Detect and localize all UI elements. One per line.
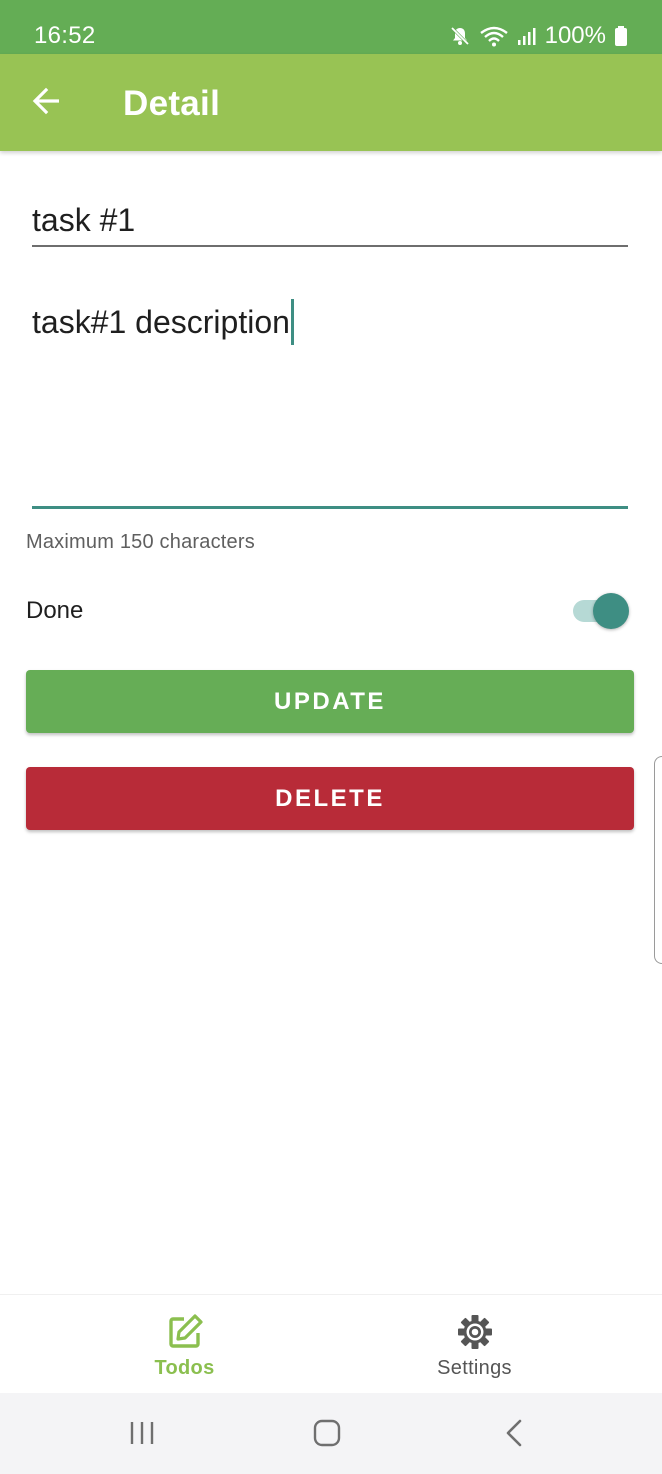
battery-percentage: 100% (544, 22, 606, 49)
toggle-thumb (593, 593, 629, 629)
arrow-left-icon (31, 86, 61, 121)
update-button[interactable]: UPDATE (26, 670, 634, 733)
home-button[interactable] (305, 1413, 349, 1457)
status-icons: 100% (449, 22, 628, 50)
nav-item-settings[interactable]: Settings (309, 1295, 640, 1394)
app-bar: Detail (0, 54, 662, 151)
mute-icon (449, 25, 471, 47)
signal-icon (517, 25, 537, 47)
status-time: 16:52 (34, 22, 96, 49)
battery-icon (614, 25, 628, 47)
page-title: Detail (123, 84, 221, 123)
done-label: Done (26, 597, 84, 624)
description-text: task#1 description (32, 303, 290, 340)
back-icon (499, 1418, 529, 1453)
nav-label-todos: Todos (154, 1357, 215, 1379)
done-toggle[interactable] (571, 592, 631, 630)
nav-item-todos[interactable]: Todos (19, 1295, 350, 1394)
bottom-navigation: Todos Settings (0, 1294, 662, 1394)
delete-button[interactable]: DELETE (26, 767, 634, 830)
text-cursor (290, 299, 294, 345)
task-title-input[interactable]: task #1 (32, 190, 628, 247)
gear-icon (456, 1313, 494, 1351)
edge-panel-handle[interactable] (654, 756, 662, 964)
edit-icon (166, 1313, 204, 1351)
back-button[interactable] (20, 78, 72, 128)
recent-apps-icon (127, 1419, 157, 1452)
wifi-icon (479, 25, 509, 47)
task-description-input[interactable]: task#1 description (32, 285, 628, 509)
task-description-value: task#1 description (32, 299, 294, 345)
home-icon (312, 1418, 342, 1453)
system-navigation-bar (0, 1393, 662, 1474)
task-title-value: task #1 (32, 202, 136, 238)
status-bar: 16:52 100% (0, 0, 662, 54)
system-back-button[interactable] (492, 1413, 536, 1457)
recent-apps-button[interactable] (120, 1413, 164, 1457)
description-helper-text: Maximum 150 characters (26, 531, 255, 553)
nav-label-settings: Settings (437, 1357, 512, 1379)
